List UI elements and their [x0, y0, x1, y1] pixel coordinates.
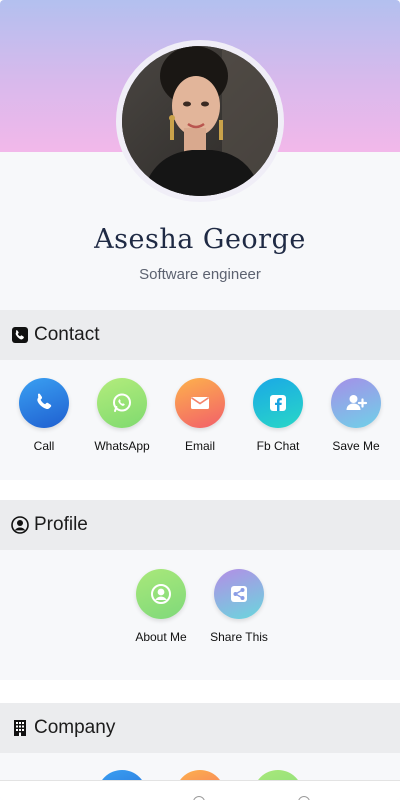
profile-section-header: Profile [0, 500, 400, 550]
whatsapp-label: WhatsApp [94, 439, 150, 453]
avatar[interactable] [122, 46, 278, 196]
profile-name: Asesha George [94, 224, 306, 255]
call-button[interactable]: Call [5, 378, 83, 453]
section-divider [0, 480, 400, 500]
share-icon [214, 569, 264, 619]
bottom-bar [0, 780, 400, 800]
save-me-label: Save Me [332, 439, 380, 453]
about-me-label: About Me [135, 630, 187, 644]
email-button[interactable]: Email [161, 378, 239, 453]
contact-section-header: Contact [0, 310, 400, 360]
user-circle-icon [11, 516, 29, 534]
fb-chat-button[interactable]: Fb Chat [239, 378, 317, 453]
save-me-button[interactable]: Save Me [317, 378, 395, 453]
phone-icon [19, 378, 69, 428]
about-me-button[interactable]: About Me [122, 569, 200, 644]
add-contact-icon [331, 378, 381, 428]
nav-dot-icon[interactable] [298, 796, 310, 800]
building-icon [11, 719, 29, 737]
business-card: Asesha George Software engineer Contact … [0, 0, 400, 800]
share-this-label: Share This [210, 630, 268, 644]
company-section-title: Company [34, 717, 116, 738]
profile-title: Software engineer [139, 266, 261, 283]
section-divider [0, 680, 400, 703]
whatsapp-icon [97, 378, 147, 428]
contact-section-title: Contact [34, 324, 100, 345]
email-icon [175, 378, 225, 428]
phone-square-icon [11, 326, 29, 344]
facebook-icon [253, 378, 303, 428]
avatar-portrait [122, 46, 278, 196]
company-section-header: Company [0, 703, 400, 753]
nav-dot-icon[interactable] [193, 796, 205, 800]
whatsapp-button[interactable]: WhatsApp [83, 378, 161, 453]
user-icon [136, 569, 186, 619]
avatar-ring [116, 40, 284, 202]
fb-chat-label: Fb Chat [256, 439, 300, 453]
profile-section-title: Profile [34, 514, 88, 535]
email-label: Email [184, 439, 215, 453]
call-label: Call [33, 439, 55, 453]
share-this-button[interactable]: Share This [200, 569, 278, 644]
